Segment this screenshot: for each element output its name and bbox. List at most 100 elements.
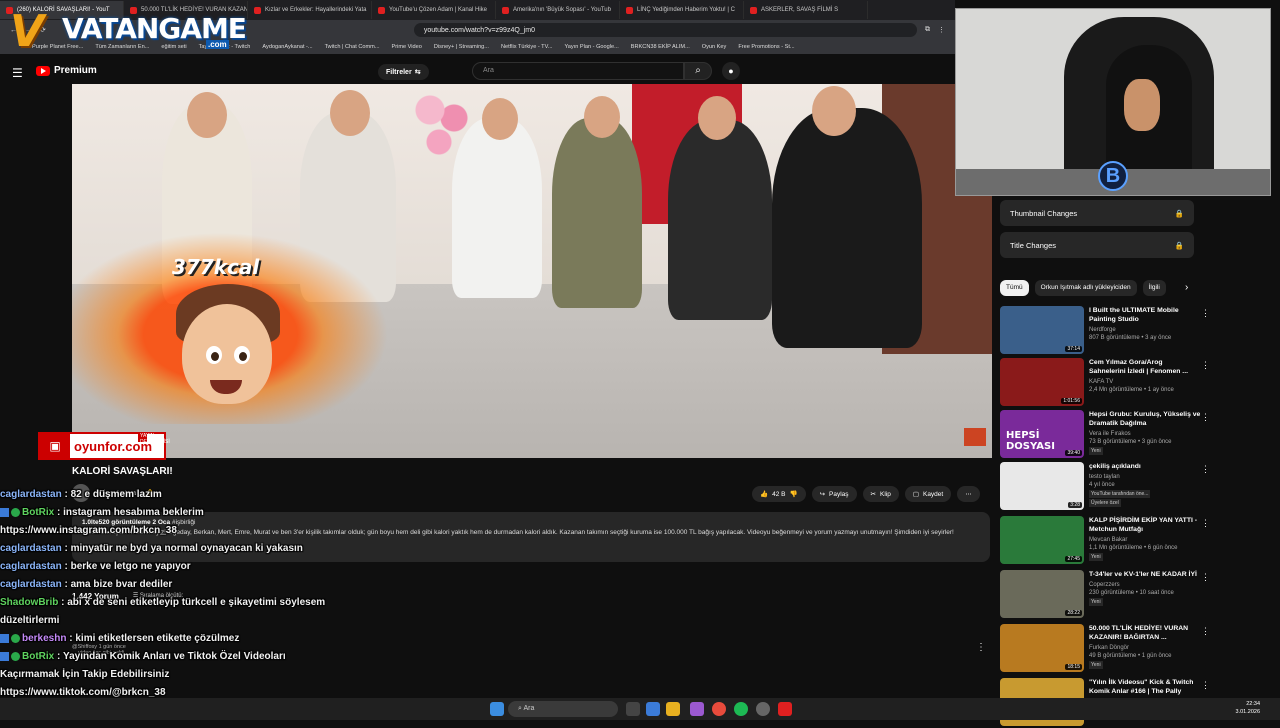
chat-username[interactable]: caglardastan [0, 543, 62, 554]
more-button[interactable]: ⋯ [957, 486, 980, 502]
recommended-info: I Built the ULTIMATE Mobile Painting Stu… [1089, 306, 1201, 356]
youtube-logo[interactable]: Premium [36, 65, 97, 76]
sliders-icon: ⇆ [414, 69, 421, 76]
chat-username[interactable]: BotRix [22, 651, 54, 662]
recommended-title: KALP PİŞİRDİM EKİP YAN YATTI - Metchun M… [1089, 517, 1198, 533]
bookmark-item[interactable]: Oyun Key [702, 44, 727, 50]
more-vert-icon[interactable]: ⋮ [1201, 572, 1210, 583]
bookmark-item[interactable]: Netflix Türkiye - TV... [501, 44, 553, 50]
chat-overlay: caglardastan : 82 e düşmem lazım BotRix :… [0, 486, 330, 702]
mod-badge-icon [0, 633, 9, 643]
video-person-head [482, 98, 518, 140]
chat-username[interactable]: caglardastan [0, 489, 62, 500]
task-view-icon[interactable] [626, 702, 640, 716]
recommended-item[interactable]: 37:14 I Built the ULTIMATE Mobile Paintin… [1000, 306, 1210, 356]
streamer-webcam: B [955, 8, 1271, 196]
sidebar-locks: Thumbnail Changes 🔒 Title Changes 🔒 [1000, 200, 1280, 264]
like-button[interactable]: 👍 42 B 👎 [752, 486, 806, 502]
browser-tab[interactable]: Amerika'nın 'Büyük Sopası' - YouTub [496, 1, 620, 19]
lock-row[interactable]: Title Changes 🔒 [1000, 232, 1194, 258]
bookmark-item[interactable]: BRKCN38 EKİP ALIM... [631, 44, 690, 50]
more-vert-icon[interactable]: ⋮ [1201, 464, 1210, 475]
bookmark-item[interactable]: Prime Video [392, 44, 422, 50]
chat-username[interactable]: caglardastan [0, 579, 62, 590]
recommended-badge: Yeni [1089, 598, 1103, 606]
more-vert-icon[interactable]: ⋮ [1201, 680, 1210, 691]
microphone-icon[interactable]: ● [722, 62, 740, 80]
comment-menu-icon[interactable]: ⋮ [976, 642, 986, 653]
taskbar-search[interactable]: ⌕ Ara [508, 701, 618, 717]
recommended-item[interactable]: 27:45 KALP PİŞİRDİM EKİP YAN YATTI - Metc… [1000, 516, 1210, 566]
browser-tab[interactable]: ASKERLER, SAVAŞ FİLMİ S [744, 1, 868, 19]
chat-text: ama bize bvar dediler [70, 579, 173, 590]
chrome-icon[interactable] [712, 702, 726, 716]
video-thumbnail[interactable]: 3:28 [1000, 462, 1084, 510]
more-vert-icon[interactable]: ⋮ [1201, 412, 1210, 423]
windows-start-icon[interactable] [490, 702, 504, 716]
search-input[interactable]: Ara [472, 62, 684, 80]
bookmark-item[interactable]: AydoganAykanat -... [262, 44, 312, 50]
bookmark-item[interactable]: Yayın Plan - Google... [564, 44, 618, 50]
chat-username[interactable]: ShadowBrib [0, 597, 58, 608]
obs-icon[interactable] [756, 702, 770, 716]
recommended-item[interactable]: 18:15 50.000 TL'LİK HEDİYE! VURAN KAZANIR… [1000, 624, 1210, 674]
thumbs-down-icon[interactable]: 👎 [789, 490, 797, 498]
video-person-head [330, 90, 370, 136]
filters-button[interactable]: Filtreler ⇆ [378, 64, 429, 80]
browser-tab[interactable]: LİNÇ Yediğimden Haberim Yoktu! | C [620, 1, 744, 19]
discord-icon[interactable] [690, 702, 704, 716]
folder-icon[interactable] [666, 702, 680, 716]
recommended-item[interactable]: HEPSİ DOSYASI 39:40 Hepsi Grubu: Kuruluş, … [1000, 410, 1210, 460]
chat-username[interactable]: BotRix [22, 507, 54, 518]
more-vert-icon[interactable]: ⋮ [1201, 518, 1210, 529]
more-vert-icon[interactable]: ⋮ [1201, 626, 1210, 637]
video-player[interactable]: 377kcal [72, 84, 992, 458]
video-thumbnail[interactable]: 28:22 [1000, 570, 1084, 618]
mod-badge-icon [0, 651, 9, 661]
more-icon: ⋯ [965, 491, 972, 498]
clip-button[interactable]: ✂ Klip [862, 486, 899, 502]
more-vert-icon[interactable]: ⋮ [1201, 308, 1210, 319]
browser-tab[interactable]: Kızlar ve Erkekler: Hayallerindeki Yata [248, 1, 372, 19]
lock-row[interactable]: Thumbnail Changes 🔒 [1000, 200, 1194, 226]
chat-username[interactable]: berkeshn [22, 633, 66, 644]
recommended-item[interactable]: 3:28 çekiliş açıklandı testo taylan 4 yıl ö… [1000, 462, 1210, 512]
url-field[interactable]: youtube.com/watch?v=z99z4Q_jm0 [413, 23, 917, 37]
filter-chip[interactable]: Tümü [1000, 280, 1029, 296]
search-icon[interactable]: ⌕ [684, 62, 712, 80]
filter-chip[interactable]: İlgili [1142, 280, 1166, 296]
filter-chip[interactable]: Orkun Işıtmak adlı yükleyiciden [1034, 280, 1137, 296]
taskbar-clock[interactable]: 22:34 3.01.2026 [1236, 700, 1260, 716]
edge-icon[interactable] [646, 702, 660, 716]
save-button[interactable]: ▢ Kaydet [904, 486, 952, 502]
video-person-head [812, 86, 856, 136]
video-thumbnail[interactable]: 1:01:56 [1000, 358, 1084, 406]
chat-username[interactable]: caglardastan [0, 561, 62, 572]
app-icon[interactable] [778, 702, 792, 716]
more-vert-icon[interactable]: ⋮ [1201, 360, 1210, 371]
video-person [772, 108, 922, 348]
recommended-badge: Yeni [1089, 447, 1103, 455]
recommended-item[interactable]: 28:22 T-34'ler ve KV-1'ler NE KADAR İYİ Co… [1000, 570, 1210, 620]
bookmark-item[interactable]: Disney+ | Streaming... [434, 44, 489, 50]
browser-tab[interactable]: YouTube'u Çözen Adam | Kanal Hike [372, 1, 496, 19]
avatar-eye [206, 346, 222, 364]
menu-dots-icon[interactable]: ⋮ [938, 26, 945, 34]
video-thumbnail[interactable]: HEPSİ DOSYASI 39:40 [1000, 410, 1084, 458]
bookmark-item[interactable]: Twitch | Chat Comm... [325, 44, 380, 50]
recommended-item[interactable]: 1:01:56 Cem Yılmaz Gora/Arog Sahnelerini … [1000, 358, 1210, 408]
video-thumbnail[interactable]: 27:45 [1000, 516, 1084, 564]
recommended-meta: 2,4 Mn görüntüleme • 1 ay önce [1089, 387, 1174, 393]
extensions-icon[interactable]: ⧉ [925, 26, 930, 34]
video-duration: 27:45 [1065, 556, 1082, 562]
video-person [552, 118, 642, 308]
hamburger-menu-icon[interactable]: ☰ [12, 66, 23, 80]
spotify-icon[interactable] [734, 702, 748, 716]
recommended-title: Cem Yılmaz Gora/Arog Sahnelerini İzledi … [1089, 359, 1188, 375]
share-button[interactable]: ↪ Paylaş [811, 486, 857, 502]
bookmark-item[interactable]: Free Promotions - St... [738, 44, 794, 50]
video-thumbnail[interactable]: 18:15 [1000, 624, 1084, 672]
share-label: Paylaş [829, 490, 849, 498]
video-thumbnail[interactable]: 37:14 [1000, 306, 1084, 354]
chevron-right-icon[interactable]: › [1185, 282, 1188, 293]
